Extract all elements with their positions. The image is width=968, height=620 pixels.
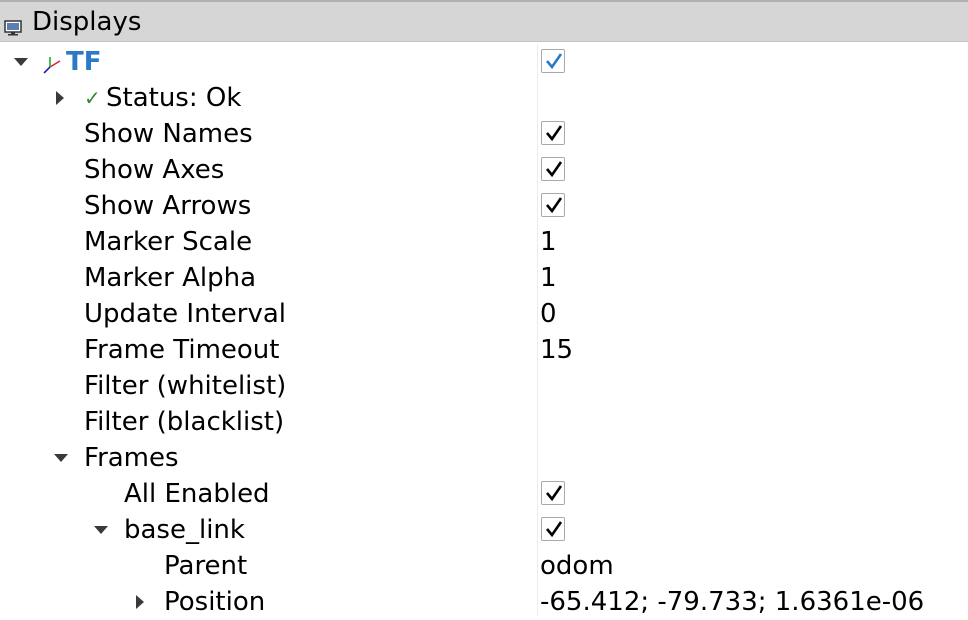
tree-row-filter-blacklist[interactable]: Filter (blacklist) (0, 404, 968, 440)
displays-panel-header: Displays (0, 0, 968, 42)
position-label: Position (164, 587, 266, 617)
show-arrows-checkbox[interactable] (541, 193, 565, 217)
show-names-label: Show Names (84, 119, 253, 149)
frames-label: Frames (84, 443, 179, 473)
panel-title: Displays (32, 7, 142, 37)
tree-row-marker-scale[interactable]: Marker Scale 1 (0, 224, 968, 260)
check-icon: ✓ (84, 86, 101, 110)
expand-arrow-icon[interactable] (94, 526, 108, 534)
tree-row-show-names[interactable]: Show Names (0, 116, 968, 152)
show-axes-label: Show Axes (84, 155, 225, 185)
frame-timeout-label: Frame Timeout (84, 335, 280, 365)
marker-scale-value[interactable]: 1 (540, 224, 557, 260)
position-value: -65.412; -79.733; 1.6361e-06 (540, 587, 925, 617)
update-interval-value[interactable]: 0 (540, 296, 557, 332)
tree-row-show-arrows[interactable]: Show Arrows (0, 188, 968, 224)
tree-row-show-axes[interactable]: Show Axes (0, 152, 968, 188)
marker-scale-label: Marker Scale (84, 227, 253, 257)
tf-display-label: TF (66, 47, 102, 77)
show-arrows-label: Show Arrows (84, 191, 252, 221)
show-names-checkbox[interactable] (541, 121, 565, 145)
show-axes-checkbox[interactable] (541, 157, 565, 181)
status-label: Status: Ok (106, 83, 242, 113)
tree-row-tf[interactable]: TF (0, 44, 968, 80)
expand-arrow-icon[interactable] (136, 595, 144, 609)
tf-axes-icon (42, 52, 62, 74)
tree-row-frames[interactable]: Frames (0, 440, 968, 476)
base-link-label: base_link (124, 515, 245, 545)
tree-row-update-interval[interactable]: Update Interval 0 (0, 296, 968, 332)
update-interval-label: Update Interval (84, 299, 286, 329)
tree-row-filter-whitelist[interactable]: Filter (whitelist) (0, 368, 968, 404)
display-property-tree: TF ✓ Status: Ok Show Names Show Axes Sho… (0, 44, 968, 617)
all-enabled-checkbox[interactable] (541, 481, 565, 505)
tree-row-parent[interactable]: Parent odom (0, 548, 968, 584)
all-enabled-label: All Enabled (124, 479, 270, 509)
tree-row-position[interactable]: Position -65.412; -79.733; 1.6361e-06 (0, 584, 968, 620)
expand-arrow-icon[interactable] (56, 91, 64, 105)
tree-row-marker-alpha[interactable]: Marker Alpha 1 (0, 260, 968, 296)
tree-row-base-link[interactable]: base_link (0, 512, 968, 548)
filter-whitelist-label: Filter (whitelist) (84, 371, 287, 401)
tree-row-frame-timeout[interactable]: Frame Timeout 15 (0, 332, 968, 368)
tree-row-all-enabled[interactable]: All Enabled (0, 476, 968, 512)
parent-value: odom (540, 551, 614, 581)
expand-arrow-icon[interactable] (14, 58, 28, 66)
marker-alpha-value[interactable]: 1 (540, 260, 557, 296)
tree-row-status[interactable]: ✓ Status: Ok (0, 80, 968, 116)
frame-timeout-value[interactable]: 15 (540, 332, 573, 368)
expand-arrow-icon[interactable] (54, 454, 68, 462)
base-link-checkbox[interactable] (541, 517, 565, 541)
tf-enabled-checkbox[interactable] (541, 49, 565, 73)
filter-blacklist-label: Filter (blacklist) (84, 407, 285, 437)
marker-alpha-label: Marker Alpha (84, 263, 257, 293)
monitor-icon (4, 14, 22, 36)
parent-label: Parent (164, 551, 248, 581)
